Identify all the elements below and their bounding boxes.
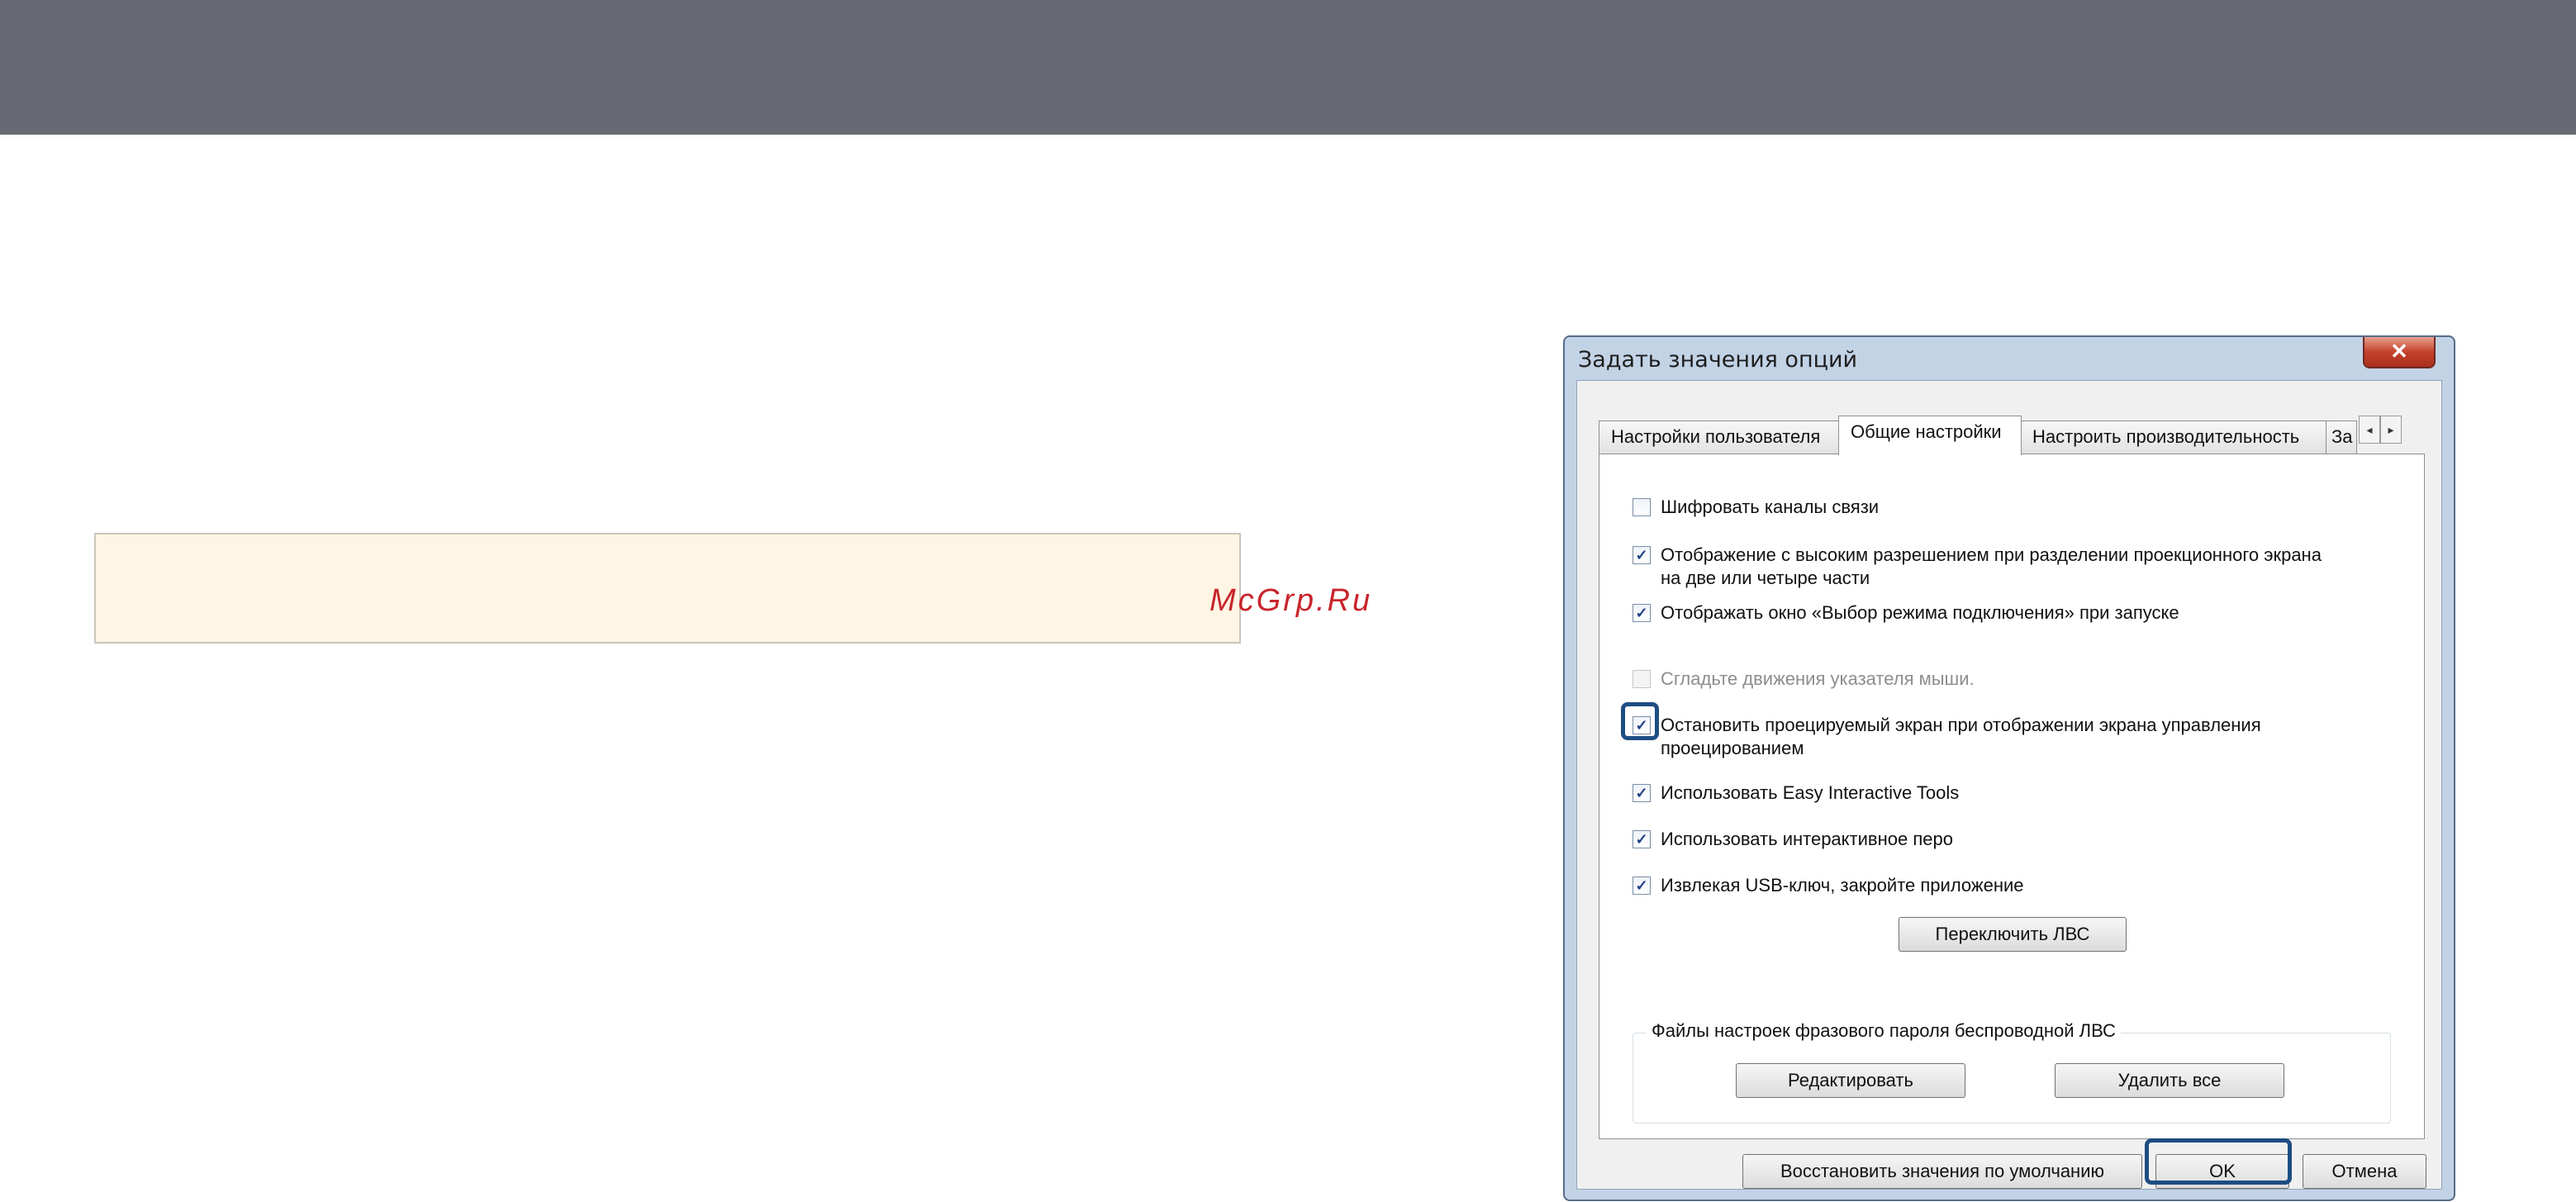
option-label-line2: на две или четыре части <box>1661 568 1870 588</box>
dialog-client-area: Настройки пользователя Общие настройки Н… <box>1576 380 2442 1190</box>
option-label: Использовать Easy Interactive Tools <box>1661 782 1960 803</box>
group-legend: Файлы настроек фразового пароля беспрово… <box>1647 1020 2121 1042</box>
top-banner <box>0 0 2576 135</box>
restore-defaults-button[interactable]: Восстановить значения по умолчанию <box>1742 1154 2142 1189</box>
close-icon: ✕ <box>2390 339 2408 363</box>
checkbox-interactive-pen[interactable]: ✓ <box>1633 830 1651 848</box>
delete-all-button[interactable]: Удалить все <box>2055 1063 2284 1098</box>
checkbox-usb-key-close[interactable]: ✓ <box>1633 877 1651 895</box>
options-dialog: Задать значения опций ✕ Настройки пользо… <box>1563 335 2455 1201</box>
option-label: Шифровать каналы связи <box>1661 496 1880 517</box>
option-label: Отображать окно «Выбор режима подключени… <box>1661 602 2179 623</box>
checkbox-smooth-mouse <box>1633 670 1651 688</box>
checkmark-icon: ✓ <box>1635 547 1648 563</box>
tab-general-settings[interactable]: Общие настройки <box>1838 416 2022 455</box>
option-label-line2: проецированием <box>1661 738 1804 758</box>
tab-strip: Настройки пользователя Общие настройки Н… <box>1599 416 2433 455</box>
option-label: Остановить проецируемый экран при отобра… <box>1661 715 2261 735</box>
option-label: Сгладьте движения указателя мыши. <box>1661 668 1975 689</box>
checkbox-easy-interactive-tools[interactable]: ✓ <box>1633 784 1651 802</box>
general-settings-panel: Шифровать каналы связи ✓ Отображение с в… <box>1599 454 2425 1139</box>
checkbox-show-connection-mode[interactable]: ✓ <box>1633 604 1651 622</box>
highlight-stop-projection-checkbox <box>1621 702 1659 740</box>
checkmark-icon: ✓ <box>1635 785 1648 801</box>
close-button[interactable]: ✕ <box>2363 337 2436 368</box>
edit-button[interactable]: Редактировать <box>1736 1063 1965 1098</box>
switch-lan-button[interactable]: Переключить ЛВС <box>1899 917 2127 952</box>
cancel-button[interactable]: Отмена <box>2303 1154 2426 1189</box>
dialog-title: Задать значения опций <box>1578 347 1858 373</box>
checkmark-icon: ✓ <box>1635 877 1648 894</box>
option-label: Отображение с высоким разрешением при ра… <box>1661 544 2322 565</box>
tab-performance[interactable]: Настроить производительность <box>2020 420 2327 454</box>
checkmark-icon: ✓ <box>1635 831 1648 848</box>
note-box <box>94 533 1241 644</box>
checkmark-icon: ✓ <box>1635 605 1648 621</box>
highlight-ok-button <box>2145 1138 2292 1185</box>
tab-user-settings[interactable]: Настройки пользователя <box>1599 420 1840 454</box>
tab-scroll-left-icon[interactable]: ◂ <box>2359 416 2380 444</box>
option-label: Извлекая USB-ключ, закройте приложение <box>1661 875 2024 896</box>
tab-truncated[interactable]: За <box>2326 420 2357 454</box>
tab-scroll-right-icon[interactable]: ▸ <box>2380 416 2402 444</box>
watermark: McGrp.Ru <box>1210 583 1373 618</box>
option-label: Использовать интерактивное перо <box>1661 829 1953 849</box>
checkbox-encrypt-channels[interactable] <box>1633 498 1651 516</box>
checkbox-high-resolution-split[interactable]: ✓ <box>1633 546 1651 564</box>
wireless-passphrase-group: Файлы настроек фразового пароля беспрово… <box>1633 1020 2391 1124</box>
